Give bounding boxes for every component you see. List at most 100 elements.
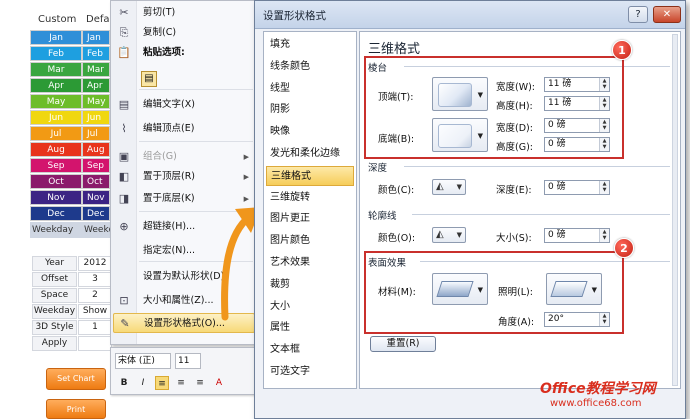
- align-right-button[interactable]: ≡: [193, 376, 207, 390]
- font-color-button[interactable]: A: [212, 376, 226, 390]
- menu-item-label: 组合(G): [143, 151, 177, 162]
- menu-item-copy[interactable]: ⎘ 复制(C): [113, 23, 255, 43]
- month-cell-custom[interactable]: Sep: [30, 158, 82, 173]
- align-center-button[interactable]: ≡: [174, 376, 188, 390]
- month-cell-default[interactable]: Aug: [82, 142, 110, 157]
- month-cell-default[interactable]: Jan: [82, 30, 110, 45]
- dialog-titlebar[interactable]: 设置形状格式 ? ✕: [255, 1, 685, 29]
- nav-item[interactable]: 图片更正: [266, 209, 354, 229]
- month-cell-custom[interactable]: Mar: [30, 62, 82, 77]
- edit-text-icon: ▤: [118, 98, 130, 111]
- italic-button[interactable]: I: [136, 376, 150, 390]
- paste-options-icon: 📋: [117, 46, 131, 59]
- month-cell-custom[interactable]: Jan: [30, 30, 82, 45]
- param-value[interactable]: 2: [78, 288, 112, 303]
- month-cell-default[interactable]: Apr: [82, 78, 110, 93]
- month-cell-default[interactable]: Sep: [82, 158, 110, 173]
- hyperlink-icon: ⊕: [119, 220, 129, 233]
- weekday-cell-default[interactable]: Weekd: [82, 222, 112, 238]
- print-button[interactable]: Print: [46, 399, 106, 419]
- menu-item-bring-to-front[interactable]: ◧ 置于顶层(R) ▶: [113, 167, 255, 187]
- spin-arrows-icon[interactable]: ▲ ▼: [599, 229, 609, 242]
- month-cell-default[interactable]: Jul: [82, 126, 110, 141]
- spin-arrows-icon[interactable]: ▲ ▼: [599, 181, 609, 194]
- nav-item[interactable]: 发光和柔化边缘: [266, 144, 354, 164]
- nav-item[interactable]: 线条颜色: [266, 57, 354, 77]
- month-cell-default[interactable]: Nov: [82, 190, 110, 205]
- nav-item[interactable]: 图片颜色: [266, 231, 354, 251]
- nav-item[interactable]: 线型: [266, 79, 354, 99]
- highlight-box-bevel: [364, 56, 624, 159]
- size-properties-icon: ⊡: [119, 294, 129, 307]
- month-cell-custom[interactable]: Apr: [30, 78, 82, 93]
- set-chart-button[interactable]: Set Chart: [46, 368, 106, 390]
- param-value[interactable]: [78, 336, 112, 351]
- paste-icon[interactable]: ▤: [141, 71, 157, 87]
- close-button[interactable]: ✕: [653, 6, 681, 23]
- month-cell-default[interactable]: Jun: [82, 110, 110, 125]
- depth-color-label: 颜色(C):: [378, 185, 415, 196]
- font-size-box[interactable]: 11: [175, 353, 201, 369]
- month-cell-default[interactable]: Dec: [82, 206, 110, 221]
- param-value[interactable]: Show: [78, 304, 112, 319]
- nav-item[interactable]: 填充: [266, 35, 354, 55]
- chevron-down-icon: ▼: [456, 183, 462, 191]
- nav-item[interactable]: 三维格式: [266, 165, 354, 186]
- chevron-down-icon: ▼: [456, 231, 462, 239]
- nav-item[interactable]: 阴影: [266, 100, 354, 120]
- contour-size-spinner[interactable]: 0 磅 ▲ ▼: [544, 228, 610, 243]
- contour-group-title: 轮廓线: [368, 211, 397, 222]
- callout-badge-2: 2: [614, 238, 634, 258]
- menu-item-edit-points[interactable]: ⌇ 编辑顶点(E): [113, 119, 255, 139]
- nav-item[interactable]: 大小: [266, 297, 354, 317]
- bold-button[interactable]: B: [117, 376, 131, 390]
- scrollbar-thumb[interactable]: [672, 34, 678, 386]
- param-value[interactable]: 1: [78, 320, 112, 335]
- divider: [412, 214, 670, 215]
- menu-item-label: 复制(C): [143, 27, 177, 38]
- nav-item[interactable]: 艺术效果: [266, 253, 354, 273]
- month-cell-custom[interactable]: May: [30, 94, 82, 109]
- menu-item-paste-options[interactable]: 📋 粘贴选项:: [113, 43, 255, 63]
- reset-button[interactable]: 重置(R): [370, 336, 436, 352]
- param-label: Space: [32, 288, 77, 303]
- month-cell-custom[interactable]: Feb: [30, 46, 82, 61]
- menu-item-edit-text[interactable]: ▤ 编辑文字(X): [113, 95, 255, 115]
- font-name-box[interactable]: 宋体 (正): [115, 353, 171, 369]
- nav-item[interactable]: 裁剪: [266, 275, 354, 295]
- nav-item[interactable]: 可选文字: [266, 362, 354, 382]
- depth-color-button[interactable]: ◭ ▼: [432, 179, 466, 195]
- month-cell-custom[interactable]: Aug: [30, 142, 82, 157]
- depth-group-title: 深度: [368, 163, 388, 174]
- align-left-button[interactable]: ≡: [155, 376, 169, 390]
- month-cell-default[interactable]: May: [82, 94, 110, 109]
- param-value[interactable]: 2012: [78, 256, 112, 271]
- menu-item-label: 编辑文字(X): [143, 99, 195, 110]
- menu-separator: [139, 89, 253, 90]
- month-cell-custom[interactable]: Jul: [30, 126, 82, 141]
- month-cell-custom[interactable]: Jun: [30, 110, 82, 125]
- watermark-title: Office教程学习网: [540, 381, 656, 397]
- month-cell-custom[interactable]: Nov: [30, 190, 82, 205]
- nav-item[interactable]: 三维旋转: [266, 188, 354, 208]
- menu-item-group[interactable]: ▣ 组合(G) ▶: [113, 147, 255, 167]
- month-cell-default[interactable]: Mar: [82, 62, 110, 77]
- contour-color-button[interactable]: ◭ ▼: [432, 227, 466, 243]
- mini-toolbar: 宋体 (正) 11 B I ≡ ≡ ≡ A: [110, 347, 258, 395]
- nav-item[interactable]: 映像: [266, 122, 354, 142]
- scrollbar[interactable]: [671, 34, 679, 386]
- month-cell-custom[interactable]: Oct: [30, 174, 82, 189]
- weekday-cell[interactable]: Weekday: [30, 222, 82, 238]
- menu-item-cut[interactable]: ✂ 剪切(T): [113, 3, 255, 23]
- menu-item-label: 超链接(H)...: [143, 221, 196, 232]
- month-cell-default[interactable]: Oct: [82, 174, 110, 189]
- menu-item-label: 剪切(T): [143, 7, 176, 18]
- month-cell-default[interactable]: Feb: [82, 46, 110, 61]
- month-cell-custom[interactable]: Dec: [30, 206, 82, 221]
- nav-item[interactable]: 属性: [266, 318, 354, 338]
- param-value[interactable]: 3: [78, 272, 112, 287]
- depth-spinner[interactable]: 0 磅 ▲ ▼: [544, 180, 610, 195]
- nav-item[interactable]: 文本框: [266, 340, 354, 360]
- help-button[interactable]: ?: [628, 6, 648, 23]
- send-to-back-icon: ◨: [118, 192, 130, 205]
